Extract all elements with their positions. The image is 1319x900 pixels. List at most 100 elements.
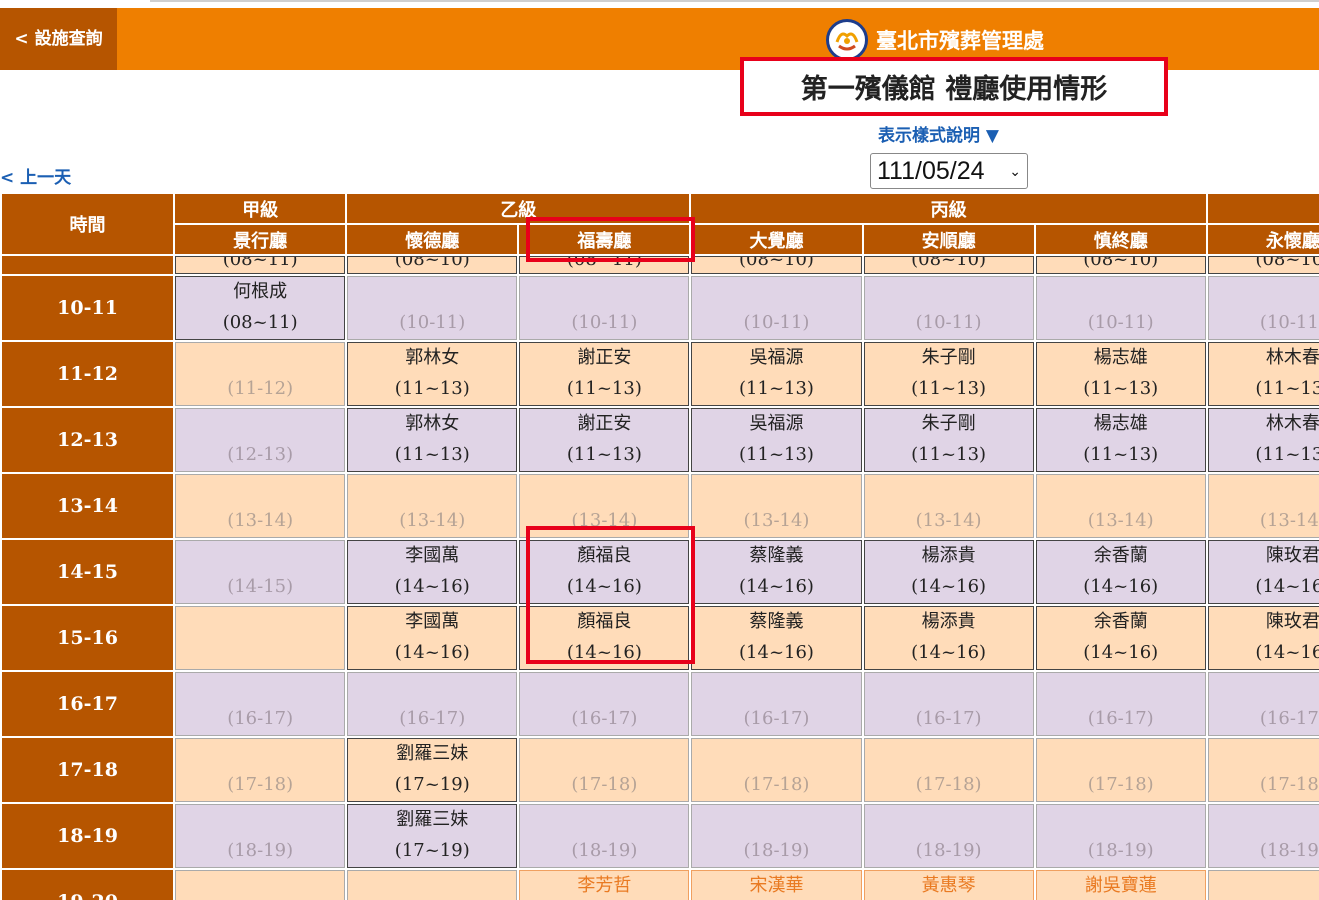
slot-cell[interactable]: (16-17) [691, 672, 862, 736]
slot-cell[interactable]: (18-19) [863, 804, 1034, 868]
slot-cell[interactable]: (10-11) [519, 276, 690, 340]
slot-cell[interactable]: (08~10) [1207, 256, 1319, 274]
slot-cell[interactable]: 謝吳寶蓮(19-20) [1035, 870, 1206, 900]
slot-range: (11~13) [911, 444, 987, 465]
slot-cell[interactable]: (13-14) [1207, 474, 1319, 538]
booked-slot-cell[interactable]: 郭林女 (11~13) [347, 342, 518, 406]
slot-cell[interactable] [175, 606, 346, 670]
slot-cell[interactable]: (10-11) [1207, 276, 1319, 340]
slot-cell[interactable]: (18-19) [175, 804, 346, 868]
time-cell: 12-13 [2, 408, 174, 472]
booked-slot-cell[interactable]: 楊添貴 (14~16) [863, 606, 1034, 670]
deceased-name [176, 475, 344, 505]
slot-cell[interactable]: (19-20) [1207, 870, 1319, 900]
bureau-logo-icon [826, 19, 868, 61]
slot-cell[interactable]: (19-20) [347, 870, 518, 900]
slot-range: (10-11) [743, 312, 810, 333]
slot-cell[interactable]: 宋漢華(19-20) [691, 870, 862, 900]
deceased-name [865, 277, 1033, 307]
deceased-name: 楊添貴 [921, 611, 976, 632]
booked-slot-cell[interactable]: 蔡隆義 (14~16) [691, 540, 862, 604]
booked-slot-cell[interactable]: 余香蘭 (14~16) [1035, 540, 1206, 604]
booked-slot-cell[interactable]: 陳玫君 (14~16) [1207, 540, 1319, 604]
booked-slot-cell[interactable]: 謝正安 (11~13) [519, 408, 690, 472]
slot-range: (16-17) [399, 708, 466, 729]
slot-range: (08~10) [911, 257, 987, 270]
booked-slot-cell[interactable]: 楊志雄 (11~13) [1035, 408, 1206, 472]
slot-cell[interactable]: (17-18) [175, 738, 346, 802]
booked-slot-cell[interactable]: 劉羅三妹 (17~19) [347, 804, 518, 868]
slot-cell[interactable]: (08~10) [863, 256, 1034, 274]
booked-slot-cell[interactable]: 何根成 (08~11) [175, 276, 346, 340]
deceased-name: 謝正安 [577, 347, 632, 368]
slot-cell[interactable]: (18-19) [691, 804, 862, 868]
booked-slot-cell[interactable]: 劉羅三妹 (17~19) [347, 738, 518, 802]
slot-cell[interactable]: (18-19) [1035, 804, 1206, 868]
slot-cell[interactable]: (11-12) [175, 342, 346, 406]
slot-cell[interactable]: (14-15) [175, 540, 346, 604]
back-to-facility-search-button[interactable]: < 設施查詢 [0, 8, 117, 70]
booked-slot-cell[interactable]: 林木春 (11~13) [1207, 408, 1319, 472]
slot-cell[interactable]: (16-17) [863, 672, 1034, 736]
booked-slot-cell[interactable]: 郭林女 (11~13) [347, 408, 518, 472]
slot-cell[interactable]: (10-11) [347, 276, 518, 340]
previous-day-link[interactable]: < 上一天 [0, 163, 71, 188]
slot-cell[interactable]: (08~10) [691, 256, 862, 274]
booked-slot-cell[interactable]: 蔡隆義 (14~16) [691, 606, 862, 670]
slot-cell[interactable]: (10-11) [1035, 276, 1206, 340]
deceased-name [865, 739, 1033, 769]
booked-slot-cell[interactable]: 顏福良 (14~16) [519, 540, 690, 604]
slot-cell[interactable]: (13-14) [175, 474, 346, 538]
slot-cell[interactable]: (17-18) [863, 738, 1034, 802]
slot-cell[interactable]: (08~10) [1035, 256, 1206, 274]
deceased-name [1037, 673, 1205, 703]
booked-slot-cell[interactable]: 吳福源 (11~13) [691, 342, 862, 406]
deceased-name: 郭林女 [405, 413, 460, 434]
booked-slot-cell[interactable]: 林木春 (11~13) [1207, 342, 1319, 406]
slot-cell[interactable]: (12-13) [175, 408, 346, 472]
slot-cell[interactable]: (16-17) [347, 672, 518, 736]
booked-slot-cell[interactable]: 朱子剛 (11~13) [863, 342, 1034, 406]
deceased-name: 朱子剛 [921, 347, 976, 368]
slot-cell[interactable]: (10-11) [863, 276, 1034, 340]
booked-slot-cell[interactable]: 陳玫君 (14~16) [1207, 606, 1319, 670]
slot-cell[interactable]: (16-17) [519, 672, 690, 736]
slot-cell[interactable]: (16-17) [1207, 672, 1319, 736]
date-select[interactable]: 111/05/24 ⌄ [870, 153, 1028, 189]
booked-slot-cell[interactable]: 謝正安 (11~13) [519, 342, 690, 406]
slot-cell[interactable]: (18-19) [1207, 804, 1319, 868]
slot-cell[interactable]: (08~11) [175, 256, 346, 274]
booked-slot-cell[interactable]: 吳福源 (11~13) [691, 408, 862, 472]
slot-cell[interactable]: (13-14) [691, 474, 862, 538]
slot-cell[interactable]: (08~10) [347, 256, 518, 274]
deceased-name [520, 739, 688, 769]
slot-cell[interactable]: (13-14) [1035, 474, 1206, 538]
slot-cell[interactable]: (13-14) [347, 474, 518, 538]
display-legend-link[interactable]: 表示樣式說明 ▼ [878, 121, 999, 146]
slot-cell[interactable]: (08~11) [519, 256, 690, 274]
slot-cell[interactable]: (18-19) [519, 804, 690, 868]
booked-slot-cell[interactable]: 楊添貴 (14~16) [863, 540, 1034, 604]
booked-slot-cell[interactable]: 李國萬 (14~16) [347, 606, 518, 670]
slot-range: (14~16) [394, 642, 470, 663]
booked-slot-cell[interactable]: 顏福良 (14~16) [519, 606, 690, 670]
slot-cell[interactable]: (17-18) [1035, 738, 1206, 802]
booked-slot-cell[interactable]: 李國萬 (14~16) [347, 540, 518, 604]
slot-cell[interactable]: (10-11) [691, 276, 862, 340]
slot-cell[interactable]: (16-17) [175, 672, 346, 736]
slot-range: (10-11) [571, 312, 638, 333]
slot-cell[interactable]: (19-20) [175, 870, 346, 900]
slot-cell[interactable]: 李芳哲(19-20) [519, 870, 690, 900]
slot-cell[interactable]: (17-18) [519, 738, 690, 802]
slot-cell[interactable]: (13-14) [863, 474, 1034, 538]
slot-cell[interactable]: 黃惠琴(19-20) [863, 870, 1034, 900]
booked-slot-cell[interactable]: 余香蘭 (14~16) [1035, 606, 1206, 670]
slot-cell[interactable]: (17-18) [691, 738, 862, 802]
slot-cell[interactable]: (17-18) [1207, 738, 1319, 802]
slot-cell[interactable]: (13-14) [519, 474, 690, 538]
booked-slot-cell[interactable]: 楊志雄 (11~13) [1035, 342, 1206, 406]
hall-schedule-table-wrapper: 時間 甲級 乙級 丙級 景行廳 懷德廳 福壽廳 大覺廳 安順廳 慎終廳 永懷廳 (08~11… [0, 192, 1319, 900]
slot-cell[interactable]: (16-17) [1035, 672, 1206, 736]
booked-slot-cell[interactable]: 朱子剛 (11~13) [863, 408, 1034, 472]
deceased-name [692, 805, 860, 835]
